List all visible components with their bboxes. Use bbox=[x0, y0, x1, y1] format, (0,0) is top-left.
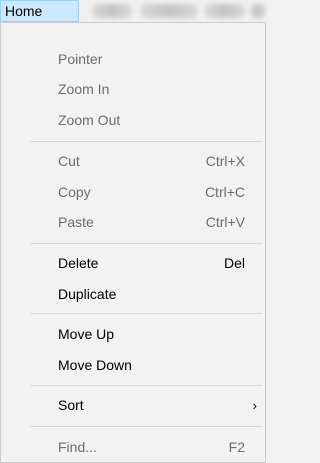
menu-item-pointer[interactable]: Pointer bbox=[1, 44, 265, 74]
menu-separator bbox=[30, 385, 262, 386]
shortcut-label: Del bbox=[223, 255, 245, 271]
menu-item-zoom-out[interactable]: Zoom Out bbox=[1, 105, 265, 135]
menu-item-move-up[interactable]: Move Up bbox=[1, 319, 265, 349]
menu-item-label: Cut bbox=[58, 153, 80, 169]
menu-tab-blurred-4[interactable] bbox=[250, 4, 266, 18]
chevron-right-icon: › bbox=[252, 397, 257, 413]
menu-item-label: Copy bbox=[58, 184, 91, 200]
shortcut-label: Ctrl+X bbox=[205, 153, 245, 169]
menu-item-label: Move Up bbox=[58, 326, 115, 342]
shortcut-label: Ctrl+V bbox=[205, 214, 245, 230]
menu-item-label: Zoom In bbox=[58, 81, 110, 97]
home-dropdown-menu: Pointer Zoom In Zoom Out Cut Ctrl+X Copy… bbox=[0, 22, 266, 463]
menu-separator bbox=[30, 141, 262, 142]
menu-tab-blurred-2[interactable] bbox=[140, 4, 198, 18]
menu-separator bbox=[30, 243, 262, 244]
menu-separator bbox=[30, 313, 262, 314]
shortcut-label: F2 bbox=[228, 439, 245, 455]
menu-item-move-down[interactable]: Move Down bbox=[1, 350, 265, 380]
menu-item-label: Sort bbox=[58, 397, 84, 413]
menu-item-duplicate[interactable]: Duplicate bbox=[1, 279, 265, 309]
menu-item-copy[interactable]: Copy Ctrl+C bbox=[1, 177, 265, 207]
menu-item-sort[interactable]: Sort › bbox=[1, 390, 265, 420]
menu-item-paste[interactable]: Paste Ctrl+V bbox=[1, 207, 265, 237]
menu-separator bbox=[30, 426, 262, 427]
menu-item-label: Duplicate bbox=[58, 286, 117, 302]
menu-bar: Home bbox=[0, 0, 266, 22]
shortcut-label: Ctrl+C bbox=[204, 184, 245, 200]
menu-item-zoom-in[interactable]: Zoom In bbox=[1, 74, 265, 104]
menu-item-label: Paste bbox=[58, 214, 94, 230]
menu-item-label: Move Down bbox=[58, 357, 132, 373]
menu-home[interactable]: Home bbox=[0, 0, 79, 22]
menu-item-label: Find... bbox=[58, 439, 97, 455]
menu-tab-blurred-3[interactable] bbox=[205, 4, 245, 18]
menu-item-delete[interactable]: Delete Del bbox=[1, 248, 265, 278]
menu-item-find[interactable]: Find... F2 bbox=[1, 432, 265, 462]
menu-item-label: Pointer bbox=[58, 51, 103, 67]
menu-item-label: Zoom Out bbox=[58, 112, 121, 128]
menu-tab-blurred-1[interactable] bbox=[92, 4, 132, 18]
menu-item-label: Delete bbox=[58, 255, 99, 271]
menu-item-cut[interactable]: Cut Ctrl+X bbox=[1, 146, 265, 176]
